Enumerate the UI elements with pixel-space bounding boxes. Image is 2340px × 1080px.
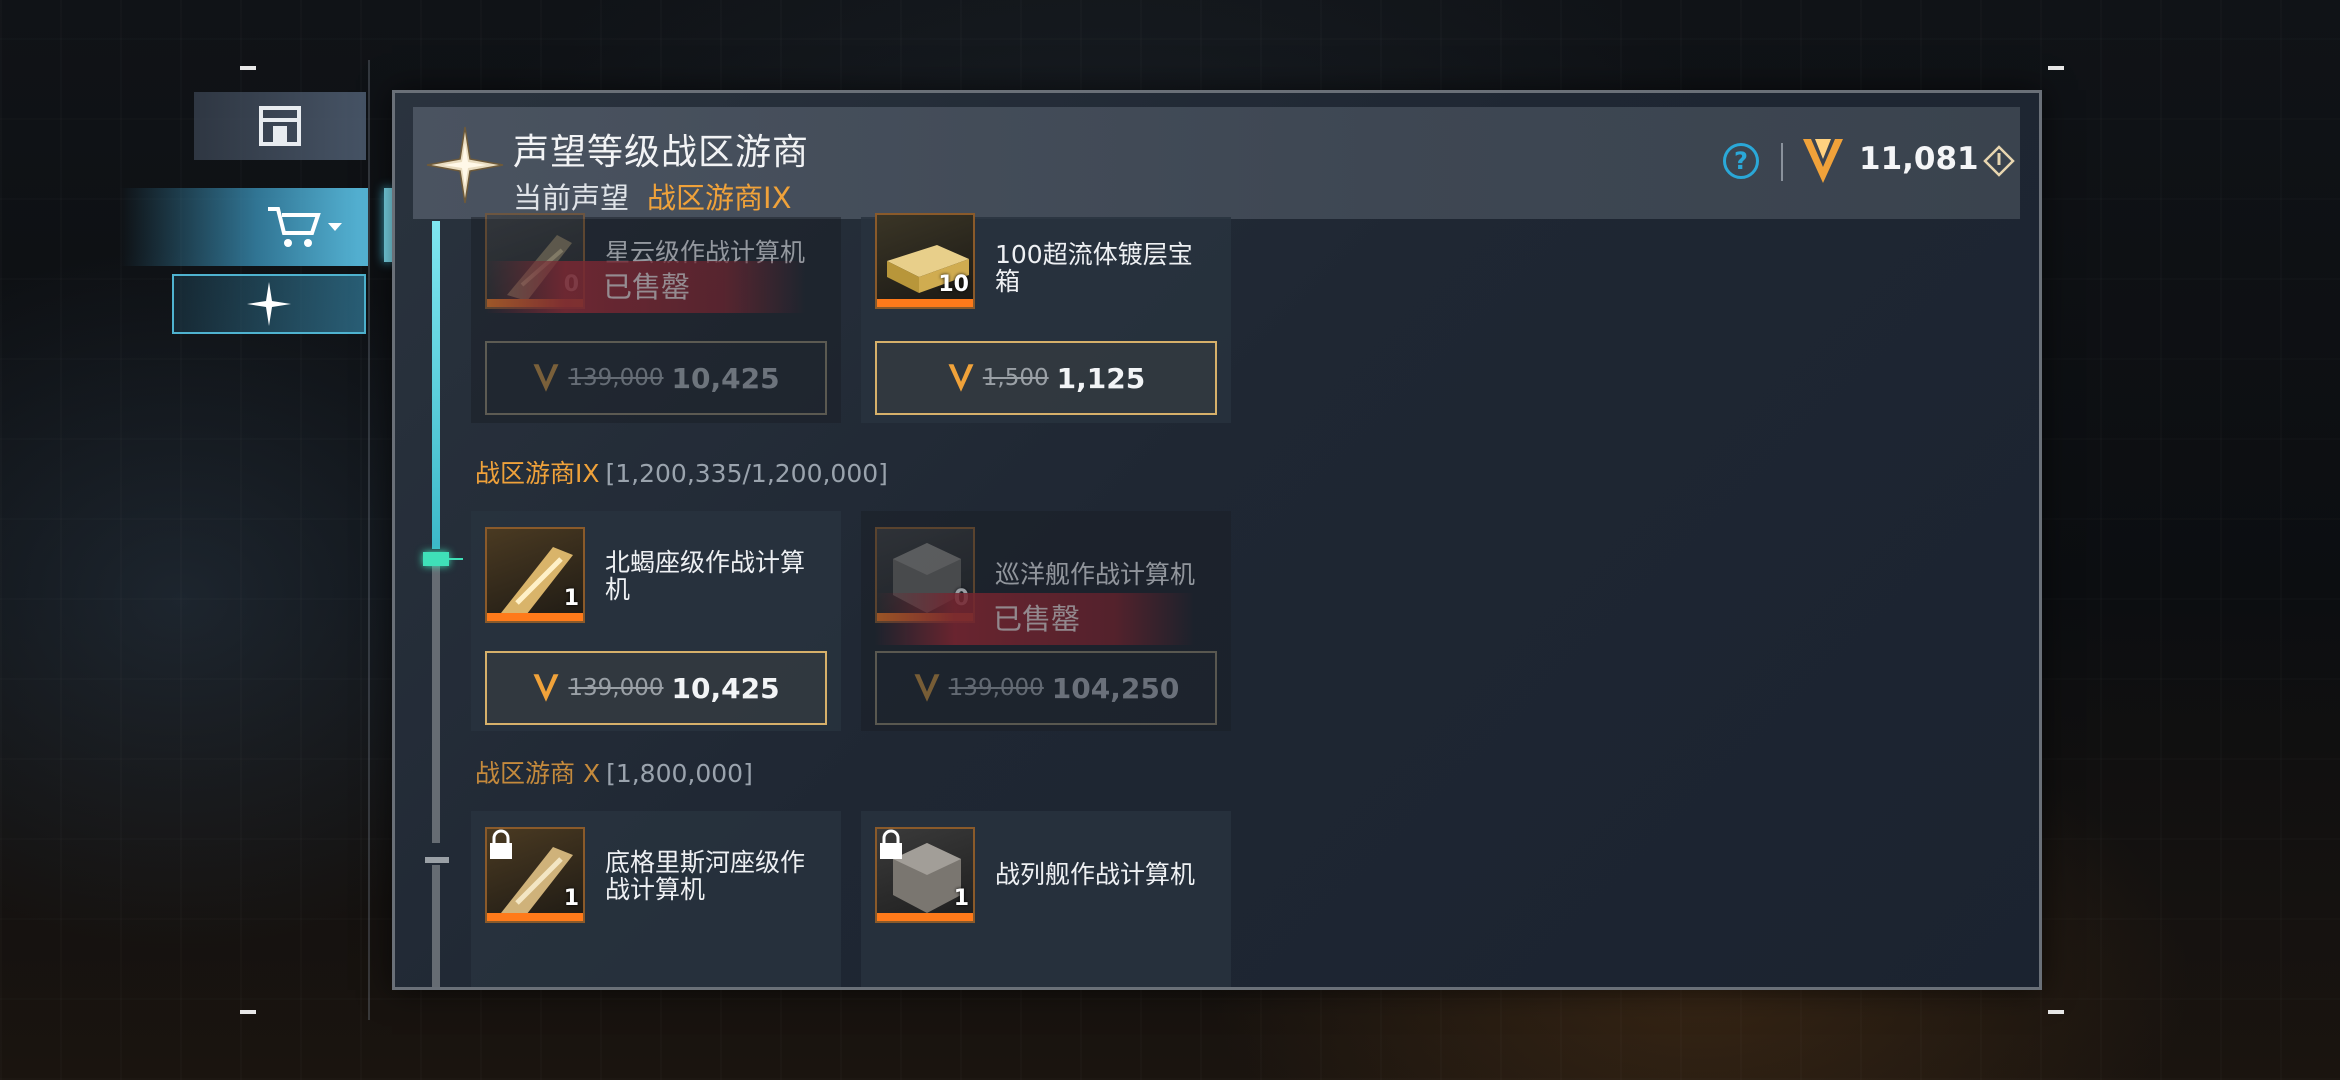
item-thumbnail: 1 — [485, 827, 585, 923]
item-thumbnail: 10 — [875, 213, 975, 309]
star-icon — [247, 282, 291, 326]
frame-corner — [240, 1010, 256, 1014]
shop-item-card-locked[interactable]: 1 底格里斯河座级作战计算机 — [471, 811, 841, 987]
item-count: 1 — [953, 886, 969, 911]
tier-name: 战区游商 X — [475, 759, 601, 788]
sale-price: 10,425 — [671, 671, 780, 705]
item-name: 战列舰作战计算机 — [995, 860, 1196, 889]
v-currency-icon — [914, 674, 940, 702]
shop-item-card[interactable]: 1 北蝎座级作战计算机 139,000 10,425 — [471, 511, 841, 731]
nav-divider — [368, 60, 370, 1020]
original-price: 139,000 — [948, 675, 1044, 701]
item-count: 10 — [938, 272, 969, 297]
nav-reputation-button[interactable] — [172, 274, 366, 334]
original-price: 139,000 — [568, 675, 664, 701]
shop-panel: 声望等级战区游商 当前声望 战区游商IX ? 11,081 战区游商IX [1,20… — [392, 90, 2042, 990]
buy-button[interactable]: 139,000 10,425 — [485, 651, 827, 725]
tier-header: 战区游商 X [1,800,000] — [475, 754, 753, 790]
item-name: 底格里斯河座级作战计算机 — [605, 848, 806, 904]
tier-marker-current — [423, 552, 463, 566]
shop-item-card[interactable]: 0 巡洋舰作战计算机 已售罄 139,000 104,250 — [861, 511, 1231, 731]
lock-icon — [490, 829, 512, 859]
buy-button[interactable]: 139,000 10,425 — [485, 341, 827, 415]
page-title: 声望等级战区游商 — [513, 132, 810, 173]
active-indicator — [384, 188, 392, 262]
frame-corner — [2048, 66, 2064, 70]
chevron-down-icon — [328, 223, 342, 231]
item-name: 巡洋舰作战计算机 — [995, 560, 1196, 589]
sale-price: 10,425 — [671, 361, 780, 395]
v-currency-icon — [948, 364, 974, 392]
header-divider — [1781, 143, 1783, 181]
shop-item-card[interactable]: 0 星云级作战计算机 已售罄 139,000 10,425 — [471, 213, 841, 423]
nav-shop-button[interactable] — [120, 188, 368, 266]
progress-line — [432, 865, 440, 987]
shop-item-card[interactable]: 10 100超流体镀层宝箱 1,500 1,125 — [861, 213, 1231, 423]
nav-home-button[interactable] — [194, 92, 366, 160]
lock-icon — [880, 829, 902, 859]
shop-item-card-locked[interactable]: 1 战列舰作战计算机 — [861, 811, 1231, 987]
v-currency-icon — [1803, 139, 1843, 183]
item-count: 1 — [563, 586, 579, 611]
original-price: 139,000 — [568, 365, 664, 391]
original-price: 1,500 — [982, 365, 1049, 391]
progress-line — [432, 563, 440, 843]
tier-range: [1,800,000] — [606, 759, 753, 788]
current-reputation: 当前声望 战区游商IX — [513, 175, 791, 217]
buy-button[interactable]: 139,000 104,250 — [875, 651, 1217, 725]
sale-price: 1,125 — [1056, 361, 1146, 395]
current-rank: 战区游商IX — [647, 181, 792, 215]
v-currency-icon — [533, 364, 559, 392]
cart-icon — [268, 207, 342, 247]
tier-marker-locked — [425, 857, 449, 863]
item-thumbnail: 1 — [875, 827, 975, 923]
item-name: 北蝎座级作战计算机 — [605, 548, 806, 604]
sold-out-badge: 已售罄 — [485, 261, 805, 313]
frame-corner — [2048, 1010, 2064, 1014]
tier-header: 战区游商IX [1,200,335/1,200,000] — [475, 454, 888, 490]
sale-price: 104,250 — [1051, 671, 1180, 705]
home-icon — [259, 106, 301, 146]
panel-header: 声望等级战区游商 当前声望 战区游商IX ? 11,081 — [413, 107, 2020, 219]
sold-out-badge: 已售罄 — [875, 593, 1195, 645]
tier-range: [1,200,335/1,200,000] — [605, 459, 888, 488]
currency-balance: 11,081 — [1859, 141, 1979, 177]
item-thumbnail: 1 — [485, 527, 585, 623]
v-currency-icon — [533, 674, 559, 702]
frame-corner — [240, 66, 256, 70]
buy-button[interactable]: 1,500 1,125 — [875, 341, 1217, 415]
reputation-star-icon — [426, 126, 504, 204]
progress-line-reached — [432, 221, 440, 549]
current-reputation-label: 当前声望 — [513, 181, 630, 215]
item-name: 100超流体镀层宝箱 — [995, 240, 1193, 296]
tier-name: 战区游商IX — [475, 459, 600, 488]
currency-info-icon[interactable] — [1983, 145, 2015, 177]
help-icon[interactable]: ? — [1723, 143, 1759, 179]
item-count: 1 — [563, 886, 579, 911]
